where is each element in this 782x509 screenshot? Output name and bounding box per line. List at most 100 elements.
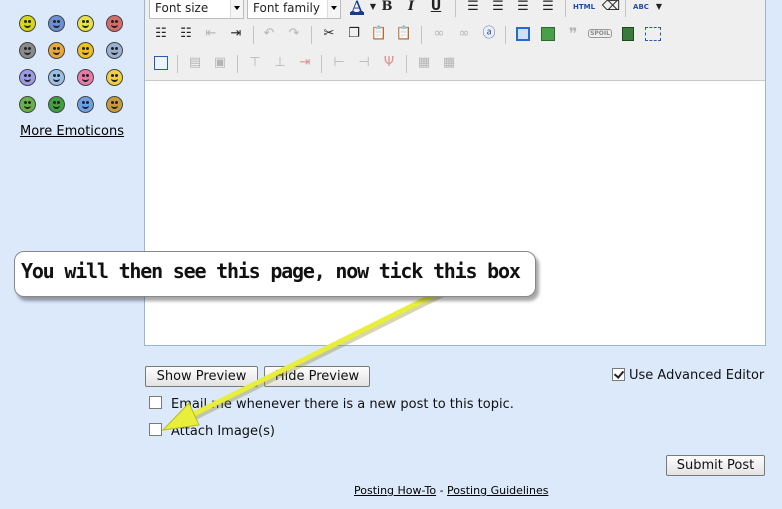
dizzy-icon[interactable] bbox=[106, 42, 123, 59]
box-icon bbox=[516, 27, 530, 41]
justify-button[interactable]: ☰ bbox=[538, 0, 558, 17]
outdent-button[interactable]: ⇤ bbox=[201, 24, 221, 44]
more-emoticons-link[interactable]: More Emoticons bbox=[20, 124, 124, 139]
unlink-button[interactable]: ∞ bbox=[454, 24, 474, 44]
sad-icon[interactable] bbox=[19, 69, 36, 86]
emoticon-mouth bbox=[82, 104, 89, 109]
align-right-icon: ☰ bbox=[517, 0, 529, 14]
bold-button[interactable]: B bbox=[377, 0, 397, 17]
wink-icon[interactable] bbox=[48, 42, 65, 59]
emoticon-mouth bbox=[111, 50, 118, 55]
paste-icon: 📋 bbox=[370, 26, 388, 41]
redo-button[interactable]: ↷ bbox=[284, 24, 304, 44]
italic-button[interactable]: I bbox=[401, 0, 421, 17]
email-notify-checkbox[interactable] bbox=[149, 396, 162, 409]
table-button[interactable]: ▤ bbox=[185, 53, 205, 73]
delete-row-icon: ⇥ bbox=[299, 55, 311, 70]
emoticon-mouth bbox=[82, 77, 89, 82]
use-advanced-editor-label: Use Advanced Editor bbox=[629, 368, 765, 383]
bullet-list-icon: ☷ bbox=[155, 26, 167, 41]
bullet-list-button[interactable]: ☷ bbox=[151, 24, 171, 44]
insert-media-button[interactable] bbox=[618, 24, 638, 44]
frown-blue-icon[interactable] bbox=[48, 15, 65, 32]
row-after-button[interactable]: ⊥ bbox=[270, 53, 290, 73]
editor-toolbar: Font size Font family A ▼ B I U ☰ ☰ ☰ ☰ … bbox=[145, 0, 765, 81]
blush-icon[interactable] bbox=[48, 69, 65, 86]
eraser-icon: ⌫ bbox=[601, 0, 621, 14]
font-color-swatch bbox=[350, 12, 364, 15]
col-after-button[interactable]: ⊣ bbox=[354, 53, 374, 73]
spellcheck-dropdown[interactable]: ▼ bbox=[649, 0, 669, 17]
table-props-button[interactable]: ▣ bbox=[210, 53, 230, 73]
tongue-icon[interactable] bbox=[48, 96, 65, 113]
font-family-select-value: Font family bbox=[253, 1, 320, 15]
numbered-list-button[interactable]: ☷ bbox=[176, 24, 196, 44]
spellcheck-button[interactable]: ABC bbox=[631, 0, 651, 17]
link-icon: ∞ bbox=[433, 26, 445, 41]
copy-button[interactable]: ❐ bbox=[344, 24, 364, 44]
use-advanced-editor-checkbox[interactable] bbox=[612, 368, 625, 381]
shocked-icon[interactable] bbox=[106, 69, 123, 86]
quote-icon: ❞ bbox=[568, 24, 578, 43]
chevron-down-icon bbox=[230, 0, 243, 18]
emoticon-mouth bbox=[24, 23, 31, 28]
show-preview-button[interactable]: Show Preview bbox=[145, 366, 258, 387]
edit-button[interactable] bbox=[151, 53, 171, 73]
scissors-icon: ✂ bbox=[323, 26, 335, 41]
font-size-select-value: Font size bbox=[155, 1, 209, 15]
align-left-button[interactable]: ☰ bbox=[463, 0, 483, 17]
cool-icon[interactable] bbox=[19, 42, 36, 59]
editor-content-area[interactable] bbox=[145, 81, 765, 345]
toolbar-separator bbox=[505, 26, 506, 44]
col-after-icon: ⊣ bbox=[358, 55, 370, 70]
indent-button[interactable]: ⇥ bbox=[226, 24, 246, 44]
underline-button[interactable]: U bbox=[426, 0, 446, 17]
posting-guidelines-link[interactable]: Posting Guidelines bbox=[447, 484, 548, 497]
attach-images-checkbox[interactable] bbox=[149, 423, 162, 436]
laugh-icon[interactable] bbox=[77, 42, 94, 59]
align-center-button[interactable]: ☰ bbox=[488, 0, 508, 17]
resize-button[interactable] bbox=[643, 24, 663, 44]
align-right-button[interactable]: ☰ bbox=[513, 0, 533, 17]
insert-image-button[interactable] bbox=[538, 24, 558, 44]
merge-cells-button[interactable]: ▦ bbox=[439, 53, 459, 73]
sick-icon[interactable] bbox=[19, 96, 36, 113]
insert-box-button[interactable] bbox=[513, 24, 533, 44]
grin-icon[interactable] bbox=[77, 15, 94, 32]
row-after-icon: ⊥ bbox=[274, 55, 286, 70]
row-before-button[interactable]: ⊤ bbox=[245, 53, 265, 73]
paste-button[interactable]: 📋 bbox=[369, 24, 389, 44]
delete-row-button[interactable]: ⇥ bbox=[295, 53, 315, 73]
confused-icon[interactable] bbox=[106, 96, 123, 113]
toolbar-separator bbox=[311, 26, 312, 44]
posting-how-to-link[interactable]: Posting How-To bbox=[354, 484, 436, 497]
numbered-list-icon: ☷ bbox=[180, 26, 192, 41]
anchor-icon: ⓐ bbox=[482, 26, 496, 41]
insert-link-button[interactable]: ∞ bbox=[429, 24, 449, 44]
attach-images-label: Attach Image(s) bbox=[171, 424, 275, 439]
angry-icon[interactable] bbox=[106, 15, 123, 32]
paste-text-button[interactable]: 📋 bbox=[394, 24, 414, 44]
split-cells-icon: ▦ bbox=[417, 55, 431, 70]
html-button[interactable]: HTML bbox=[571, 0, 597, 17]
undo-button[interactable]: ↶ bbox=[259, 24, 279, 44]
spoiler-button[interactable]: SPOIL bbox=[586, 24, 614, 44]
embarrassed-icon[interactable] bbox=[77, 69, 94, 86]
image-icon bbox=[541, 27, 555, 41]
split-cells-button[interactable]: ▦ bbox=[414, 53, 434, 73]
hide-preview-button[interactable]: Hide Preview bbox=[264, 366, 370, 387]
toolbar-separator bbox=[253, 26, 254, 44]
smile-icon[interactable] bbox=[19, 15, 36, 32]
delete-col-button[interactable]: Ψ bbox=[379, 53, 399, 73]
col-before-button[interactable]: ⊢ bbox=[329, 53, 349, 73]
delete-col-icon: Ψ bbox=[383, 55, 395, 70]
quote-button[interactable]: ❞ bbox=[563, 24, 583, 44]
eraser-button[interactable]: ⌫ bbox=[601, 0, 621, 17]
font-size-select[interactable]: Font size bbox=[149, 0, 244, 19]
anchor-button[interactable]: ⓐ bbox=[479, 24, 499, 44]
submit-post-button[interactable]: Submit Post bbox=[666, 455, 765, 476]
footer-separator: - bbox=[439, 484, 444, 497]
cut-button[interactable]: ✂ bbox=[319, 24, 339, 44]
font-family-select[interactable]: Font family bbox=[247, 0, 341, 19]
cry-icon[interactable] bbox=[77, 96, 94, 113]
